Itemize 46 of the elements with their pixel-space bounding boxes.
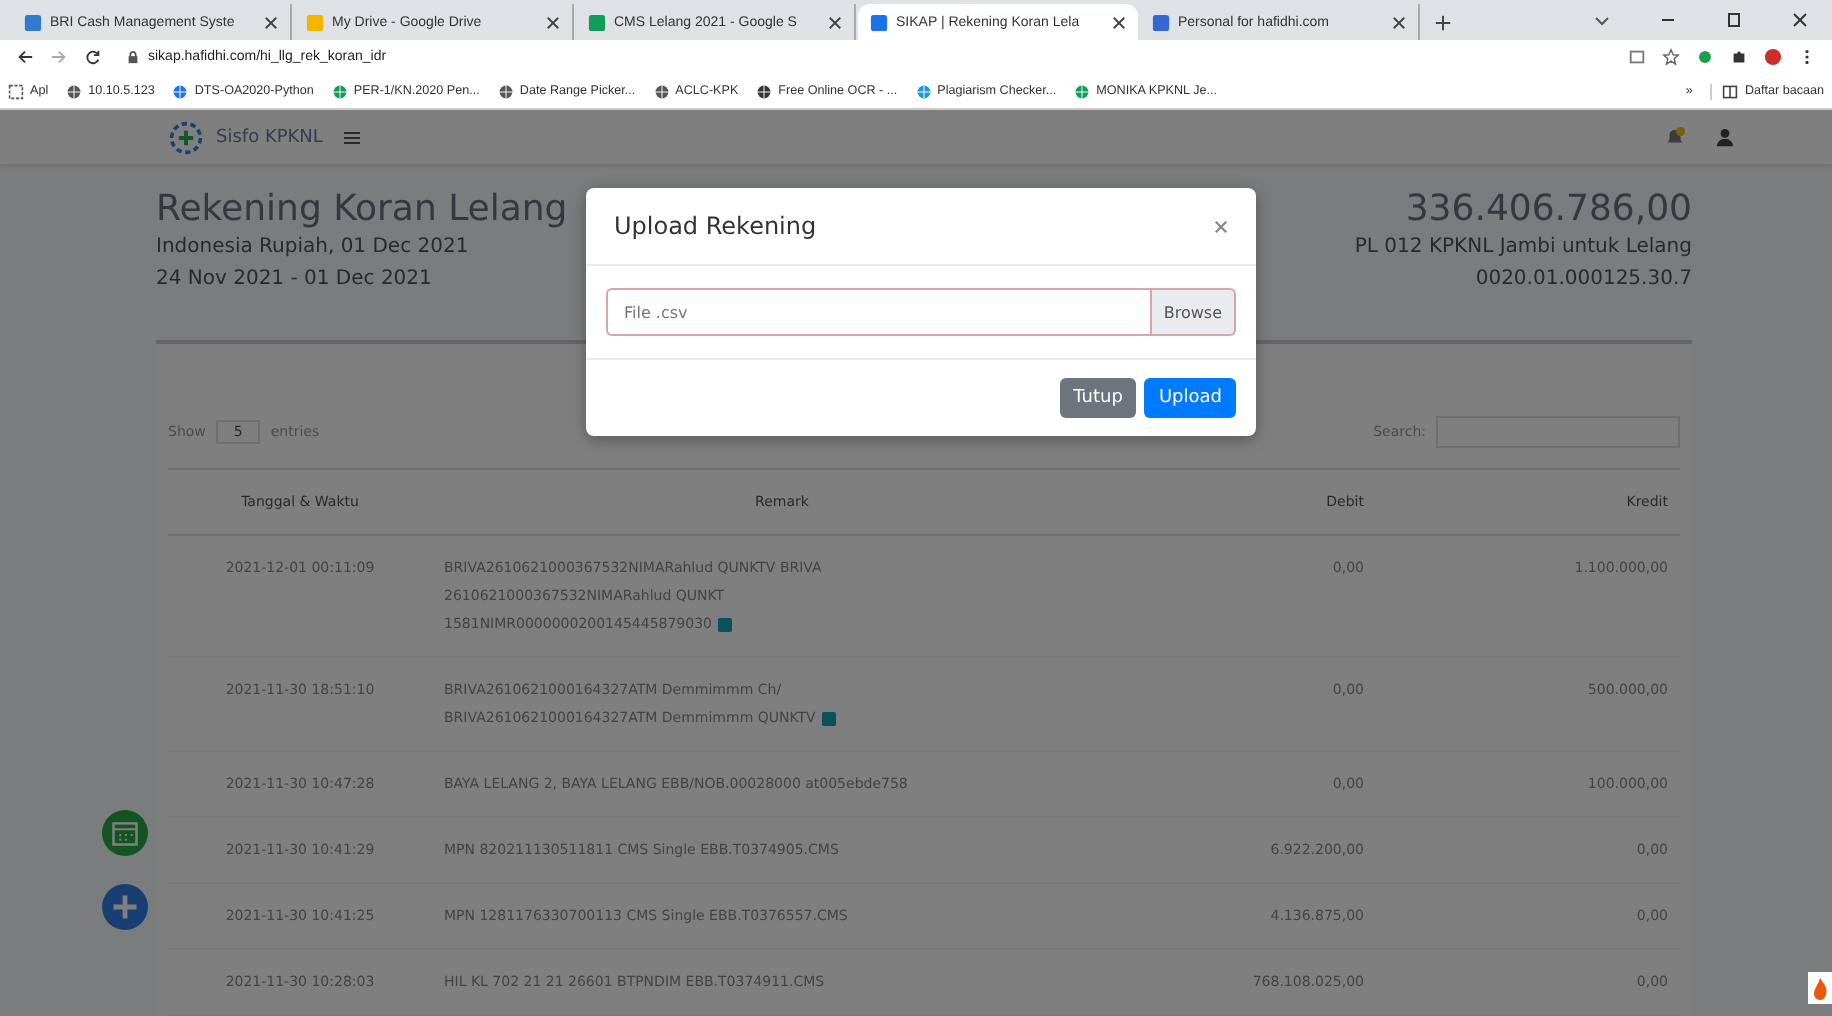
plus-icon[interactable] [1434,14,1452,32]
globe-icon [497,83,514,99]
date-range: 24 Nov 2021 - 01 Dec 2021 [156,266,434,294]
close-button[interactable]: Tutup [1059,378,1137,418]
upload-button[interactable]: Upload [1144,378,1236,418]
avatar-icon[interactable] [1764,48,1782,66]
globe-icon [331,83,348,99]
balance: 336.406.786,00 [1405,188,1692,232]
apps-grid-icon [8,83,24,99]
currency-date: Indonesia Rupiah, 01 Dec 2021 [156,234,471,262]
reload-icon[interactable] [84,48,102,66]
back-arrow-icon[interactable] [16,48,34,66]
file-field[interactable]: File .csv [606,288,1150,336]
close-icon[interactable] [264,15,278,29]
flame-icon[interactable] [1808,972,1832,1004]
close-icon[interactable] [828,15,842,29]
globe-icon [66,83,83,99]
user-icon[interactable] [1714,126,1736,148]
close-icon[interactable] [1790,10,1810,30]
tile-icon [588,13,606,31]
account-name: PL 012 KPKNL Jambi untuk Lelang [1354,234,1692,262]
bell-icon[interactable] [1664,126,1686,148]
close-icon[interactable] [546,15,560,29]
logo-icon [168,119,204,155]
page-title: Rekening Koran Lelang [156,188,568,232]
close-icon[interactable] [1112,15,1126,29]
star-icon[interactable] [1662,48,1680,66]
menu-icon[interactable] [342,127,363,147]
tile-icon [24,13,42,31]
maximize-icon[interactable] [1724,10,1744,30]
dot-icon[interactable] [1696,48,1714,66]
globe-icon [653,83,670,99]
close-icon[interactable] [1392,15,1406,29]
globe-icon [1074,83,1091,99]
globe-icon [915,83,932,99]
account-number: 0020.01.000125.30.7 [1475,266,1692,294]
tile-icon [870,13,888,31]
dialog-title: Upload Rekening [614,212,817,240]
brand-name: Sisfo KPKNL [216,127,323,147]
book-icon [1722,83,1739,99]
tile-icon [306,13,324,31]
tile-icon [1152,13,1170,31]
globe-icon [756,83,773,99]
lock-icon [126,50,140,64]
browse-button[interactable]: Browse [1149,288,1236,336]
globe-icon [172,83,189,99]
